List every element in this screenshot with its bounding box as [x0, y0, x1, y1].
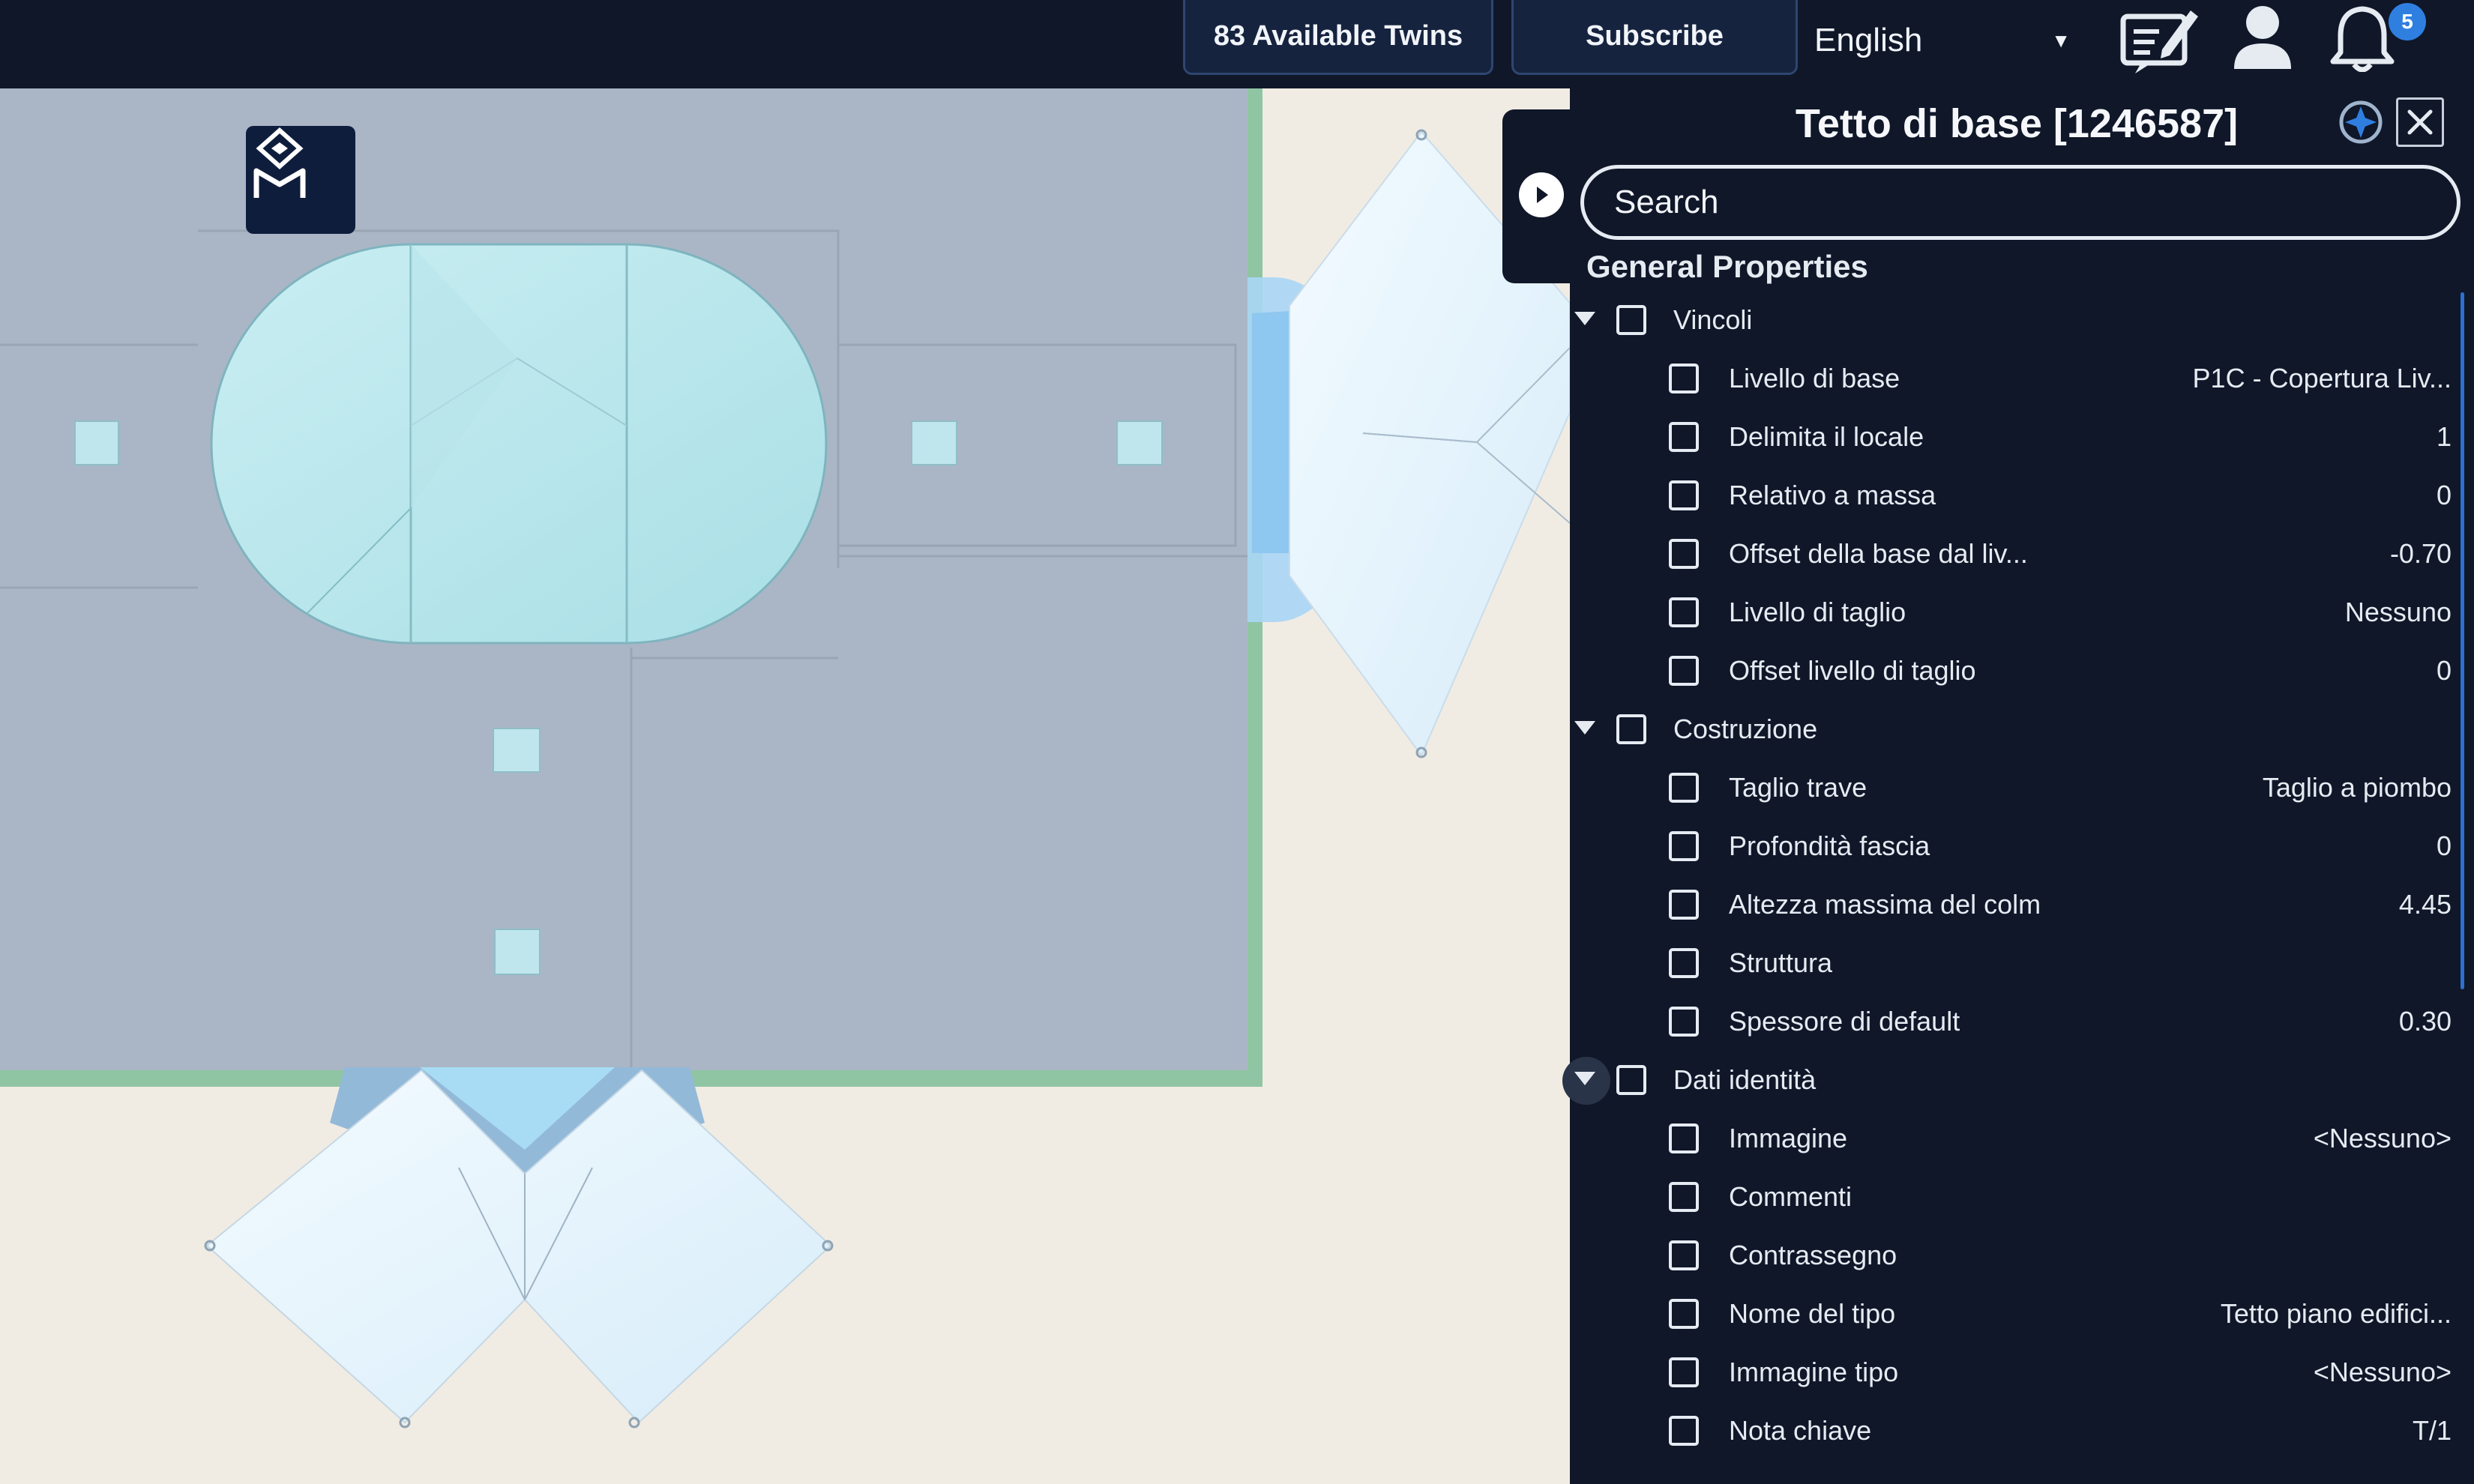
property-row[interactable]: Taglio trave Taglio a piombo	[1570, 758, 2462, 817]
property-label: Relativo a massa	[1729, 480, 1936, 510]
property-label: Offset livello di taglio	[1729, 655, 1976, 686]
app-logo-button[interactable]	[246, 126, 355, 234]
property-value: T/1	[2412, 1415, 2452, 1446]
caret-down-icon[interactable]	[1574, 312, 1595, 325]
property-row[interactable]: Altezza massima del colm 4.45	[1570, 875, 2462, 934]
group-checkbox[interactable]	[1616, 714, 1646, 744]
model-viewer-canvas[interactable]	[0, 88, 1570, 1484]
property-label: Offset della base dal liv...	[1729, 538, 2028, 569]
property-row[interactable]: Offset livello di taglio 0	[1570, 642, 2462, 700]
property-label: Livello di base	[1729, 363, 1900, 393]
property-checkbox[interactable]	[1669, 1007, 1699, 1037]
bottom-pavilion	[204, 1067, 834, 1429]
group-label: Dati identità	[1673, 1064, 1817, 1095]
property-label: Delimita il locale	[1729, 421, 1924, 452]
property-checkbox[interactable]	[1669, 890, 1699, 920]
property-label: Nome del tipo	[1729, 1298, 1896, 1329]
property-row[interactable]: Delimita il locale 1	[1570, 408, 2462, 466]
property-label: Struttura	[1729, 947, 1833, 978]
oval-skylight	[210, 243, 828, 645]
property-checkbox[interactable]	[1669, 1299, 1699, 1329]
property-value: 0.30	[2398, 1006, 2452, 1037]
collapse-panel-button[interactable]	[1519, 172, 1564, 217]
property-value: 0	[2436, 480, 2452, 510]
property-value: 4.45	[2398, 889, 2452, 920]
property-row[interactable]: Offset della base dal liv... -0.70	[1570, 525, 2462, 583]
property-value: 0	[2436, 655, 2452, 686]
property-label: Livello di taglio	[1729, 597, 1906, 627]
property-checkbox[interactable]	[1669, 831, 1699, 861]
chevron-right-icon	[1537, 187, 1548, 203]
group-dati-identita[interactable]: Dati identità	[1562, 1051, 2462, 1109]
property-tree: Vincoli Livello di base P1C - Copertura …	[1562, 0, 2462, 1484]
property-row[interactable]: Nota chiave T/1	[1570, 1402, 2462, 1460]
property-checkbox[interactable]	[1669, 539, 1699, 569]
property-row[interactable]: Relativo a massa 0	[1570, 466, 2462, 525]
property-label: Spessore di default	[1729, 1006, 1960, 1037]
property-row[interactable]: Nome del tipo Tetto piano edifici...	[1570, 1285, 2462, 1343]
property-label: Immagine tipo	[1729, 1357, 1899, 1387]
property-checkbox[interactable]	[1669, 948, 1699, 978]
property-value: <Nessuno>	[2313, 1357, 2452, 1387]
property-checkbox[interactable]	[1669, 480, 1699, 510]
property-checkbox[interactable]	[1669, 597, 1699, 627]
property-row[interactable]: Struttura	[1570, 934, 2462, 992]
property-label: Profondità fascia	[1729, 830, 1930, 861]
property-label: Contrassegno	[1729, 1240, 1897, 1270]
group-checkbox[interactable]	[1616, 1065, 1646, 1095]
property-row[interactable]: Immagine <Nessuno>	[1570, 1109, 2462, 1168]
property-value: -0.70	[2389, 538, 2452, 569]
group-label: Costruzione	[1673, 714, 1818, 744]
property-label: Commenti	[1729, 1181, 1853, 1212]
property-row[interactable]: Livello di base P1C - Copertura Liv...	[1570, 349, 2462, 408]
property-label: Altezza massima del colm	[1729, 889, 2041, 920]
property-checkbox[interactable]	[1669, 1357, 1699, 1387]
property-value: <Nessuno>	[2313, 1123, 2452, 1153]
property-label: Nota chiave	[1729, 1415, 1872, 1446]
property-value: 1	[2436, 421, 2452, 452]
property-row[interactable]: Immagine tipo <Nessuno>	[1570, 1343, 2462, 1402]
caret-down-icon[interactable]	[1574, 1072, 1595, 1085]
property-checkbox[interactable]	[1669, 1123, 1699, 1153]
property-checkbox[interactable]	[1669, 364, 1699, 393]
property-row[interactable]: Contrassegno	[1570, 1226, 2462, 1285]
property-value: Taglio a piombo	[2262, 772, 2452, 803]
property-checkbox[interactable]	[1669, 656, 1699, 686]
property-value: Nessuno	[2344, 597, 2452, 627]
property-label: Immagine	[1729, 1123, 1848, 1153]
group-costruzione[interactable]: Costruzione	[1570, 700, 2462, 758]
property-checkbox[interactable]	[1669, 1240, 1699, 1270]
caret-down-icon[interactable]	[1574, 721, 1595, 735]
property-label: Taglio trave	[1729, 772, 1867, 803]
group-checkbox[interactable]	[1616, 305, 1646, 335]
available-twins-button[interactable]: 83 Available Twins	[1183, 0, 1493, 75]
group-vincoli[interactable]: Vincoli	[1570, 291, 2462, 349]
property-value: P1C - Copertura Liv...	[2192, 363, 2452, 393]
property-checkbox[interactable]	[1669, 1182, 1699, 1212]
property-checkbox[interactable]	[1669, 422, 1699, 452]
property-row[interactable]: Commenti	[1570, 1168, 2462, 1226]
group-label: Vincoli	[1673, 304, 1753, 335]
property-row[interactable]: Profondità fascia 0	[1570, 817, 2462, 875]
app-logo-icon	[253, 127, 306, 198]
property-value: Tetto piano edifici...	[2220, 1298, 2452, 1329]
building-model	[0, 88, 1570, 1429]
property-value: 0	[2436, 830, 2452, 861]
property-row[interactable]: Spessore di default 0.30	[1570, 992, 2462, 1051]
property-checkbox[interactable]	[1669, 1416, 1699, 1446]
property-checkbox[interactable]	[1669, 773, 1699, 803]
property-row[interactable]: Livello di taglio Nessuno	[1570, 583, 2462, 642]
